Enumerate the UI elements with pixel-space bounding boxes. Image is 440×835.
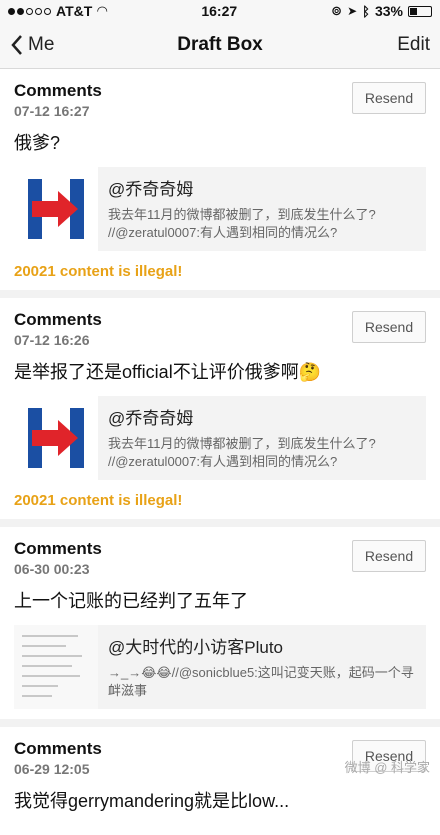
draft-type: Comments [14,81,102,100]
draft-item[interactable]: Comments 07-12 16:27 Resend 俄爹? @乔奇奇姆 我去… [0,69,440,298]
resend-button[interactable]: Resend [352,311,426,343]
draft-time: 07-12 16:27 [14,103,90,119]
orientation-lock-icon: ⊚ [331,3,343,18]
resend-button[interactable]: Resend [352,540,426,572]
bluetooth-icon: ᛒ [362,3,370,19]
quoted-text: 我去年11月的微博都被删了，到底发生什么了? //@zeratul0007:有人… [108,436,376,469]
error-message: 20021 content is illegal! [14,263,183,280]
back-label: Me [28,34,55,55]
back-button[interactable]: Me [10,34,54,56]
quoted-post[interactable]: @大时代的小访客Pluto →_→😂😂//@sonicblue5:这叫记变天账，… [14,625,426,709]
draft-text: 我觉得gerrymandering就是比low... [14,791,290,811]
error-message: 20021 content is illegal! [14,492,183,509]
quoted-text: 我去年11月的微博都被删了，到底发生什么了? //@zeratul0007:有人… [108,207,376,240]
quoted-author: @乔奇奇姆 [108,180,194,199]
quoted-post[interactable]: @乔奇奇姆 我去年11月的微博都被删了，到底发生什么了? //@zeratul0… [14,167,426,251]
hillary-logo-icon [14,167,98,251]
draft-list: Comments 07-12 16:27 Resend 俄爹? @乔奇奇姆 我去… [0,69,440,835]
navigation-bar: Me Draft Box Edit [0,22,440,69]
quoted-author: @乔奇奇姆 [108,409,194,428]
status-right: ⊚ ➤ ᛒ 33% [331,3,432,19]
document-thumbnail-icon [14,625,98,709]
draft-item[interactable]: Comments 06-29 12:05 Resend 我觉得gerrymand… [0,727,440,835]
battery-icon [407,5,432,17]
page-title: Draft Box [177,34,263,55]
wifi-icon: ◠ [97,3,108,18]
draft-time: 07-12 16:26 [14,332,90,348]
draft-type: Comments [14,739,102,758]
signal-strength-icon [8,7,51,15]
status-left: AT&T ◠ [8,3,107,19]
location-icon: ➤ [347,4,358,18]
quoted-author: @大时代的小访客Pluto [108,638,284,657]
quoted-text: →_→😂😂//@sonicblue5:这叫记变天账，起码一个寻衅滋事 [108,665,414,698]
draft-text: 是举报了还是official不让评价俄爹啊🤔 [14,362,322,382]
draft-text: 上一个记账的已经判了五年了 [14,591,248,611]
status-time: 16:27 [201,3,238,19]
draft-text: 俄爹? [14,133,61,153]
draft-type: Comments [14,310,102,329]
resend-button[interactable]: Resend [352,82,426,114]
quoted-post[interactable]: @乔奇奇姆 我去年11月的微博都被删了，到底发生什么了? //@zeratul0… [14,396,426,480]
edit-button[interactable]: Edit [397,34,430,56]
draft-item[interactable]: Comments 07-12 16:26 Resend 是举报了还是offici… [0,298,440,527]
carrier-label: AT&T [56,3,93,19]
status-bar: AT&T ◠ 16:27 ⊚ ➤ ᛒ 33% [0,0,440,22]
hillary-logo-icon [14,396,98,480]
draft-type: Comments [14,539,102,558]
draft-time: 06-29 12:05 [14,761,90,777]
watermark: 微博 @ 科学家 [344,760,430,775]
battery-percent: 33% [374,3,403,19]
draft-time: 06-30 00:23 [14,561,90,577]
draft-item[interactable]: Comments 06-30 00:23 Resend 上一个记账的已经判了五年… [0,527,440,727]
chevron-left-icon [11,35,22,55]
